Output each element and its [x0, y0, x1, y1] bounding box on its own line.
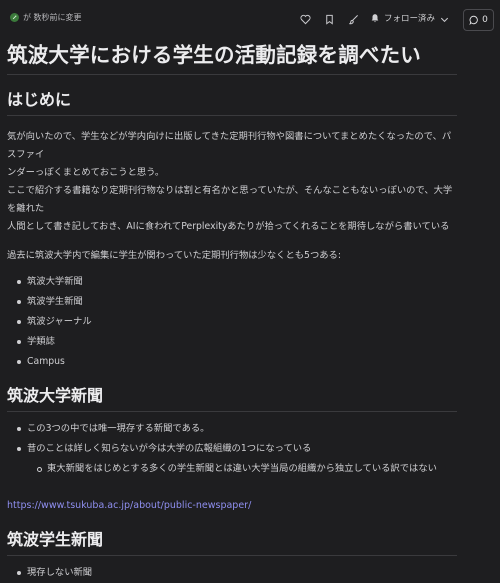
- section-heading-intro: はじめに: [7, 88, 457, 116]
- comment-button[interactable]: 0: [463, 9, 494, 31]
- sub-list-item: 東大新聞をはじめとする多くの学生新聞とは違い大学当局の組織から独立している訳では…: [7, 459, 457, 479]
- list-item: Campus: [7, 352, 457, 372]
- public-newspaper-link[interactable]: https://www.tsukuba.ac.jp/about/public-n…: [7, 500, 251, 511]
- bookmark-icon[interactable]: [322, 12, 336, 26]
- text-line: 気が向いたので、学生などが学内向けに出版してきた定期刊行物や図書についてまとめた…: [7, 131, 452, 160]
- chevron-down-icon[interactable]: [437, 12, 451, 26]
- like-heart-icon[interactable]: [298, 12, 312, 26]
- edit-status-text: が 数秒前に変更: [23, 13, 82, 22]
- text-line: ンダーっぽくまとめておこうと思う。: [7, 167, 165, 178]
- list-item: 現存しない新聞: [7, 563, 457, 583]
- comment-count: 0: [482, 15, 488, 25]
- comment-icon: [469, 15, 478, 25]
- section2-list: 現存しない新聞: [7, 563, 457, 583]
- text-line: 人間として書き記しておき、AIに食われてPerplexityあたりが拾ってくれる…: [7, 221, 450, 232]
- brush-icon[interactable]: [346, 12, 360, 26]
- follow-label: フォロー済み: [384, 14, 436, 24]
- list-item: この3つの中では唯一現存する新聞である。: [7, 419, 457, 439]
- intro-paragraph-2: 過去に筑波大学内で編集に学生が関わっていた定期刊行物は少なくとも5つある:: [7, 250, 341, 261]
- article-body: 筑波大学における学生の活動記録を調べたい はじめに 気が向いたので、学生などが学…: [7, 40, 457, 583]
- list-item: 筑波大学新聞: [7, 272, 457, 292]
- page-title: 筑波大学における学生の活動記録を調べたい: [7, 40, 457, 75]
- intro-paragraph-1: 気が向いたので、学生などが学内向けに出版してきた定期刊行物や図書についてまとめた…: [7, 128, 457, 236]
- bell-icon: [371, 14, 379, 23]
- section-heading-tsukuba-student-newspaper: 筑波学生新聞: [7, 528, 457, 556]
- text-line: ここで紹介する書籍なり定期刊行物なりは割と有名かと思っていたが、そんなこともない…: [7, 185, 453, 214]
- section1-list: この3つの中では唯一現存する新聞である。 昔のことは詳しく知らないが今は大学の広…: [7, 419, 457, 479]
- edit-status: が 数秒前に変更: [10, 12, 82, 23]
- user-avatar-icon: [10, 13, 19, 22]
- follow-button[interactable]: フォロー済み: [370, 12, 435, 24]
- list-item: 学類誌: [7, 332, 457, 352]
- list-item: 筑波ジャーナル: [7, 312, 457, 332]
- list-item: 筑波学生新聞: [7, 292, 457, 312]
- list-item: 昔のことは詳しく知らないが今は大学の広報組織の1つになっている: [7, 439, 457, 459]
- publication-list: 筑波大学新聞 筑波学生新聞 筑波ジャーナル 学類誌 Campus: [7, 272, 457, 372]
- section-heading-tsukuba-univ-newspaper: 筑波大学新聞: [7, 384, 457, 412]
- top-toolbar: が 数秒前に変更 フォロー済み 0: [0, 0, 500, 38]
